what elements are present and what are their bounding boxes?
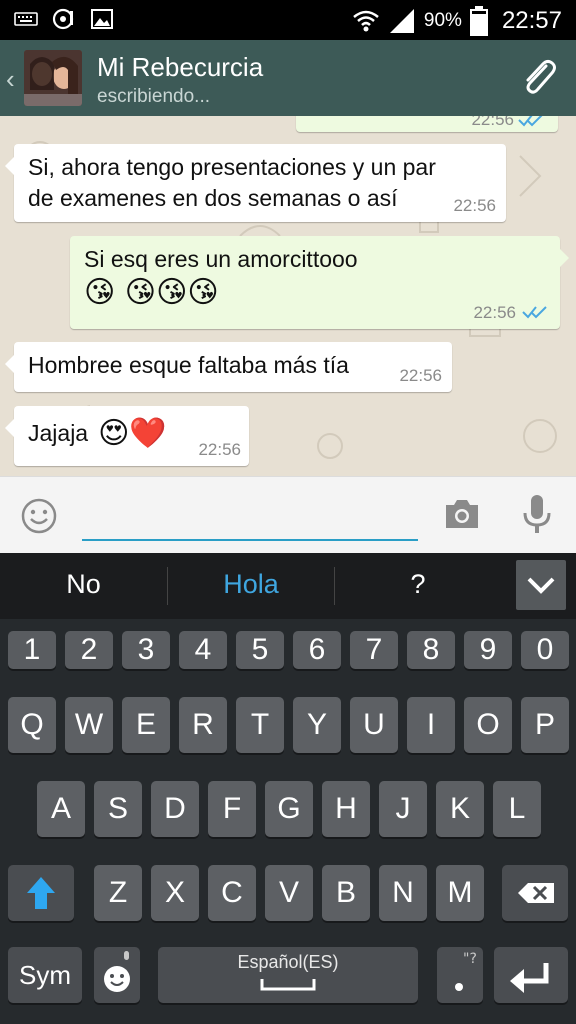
chat-area[interactable]: 22:56 Si, ahora tengo presentaciones y u… [0,116,576,476]
avatar[interactable] [24,50,82,106]
message-input[interactable] [82,497,418,541]
clock: 22:57 [501,7,562,34]
message-bubble-incoming[interactable]: Jajaja 😍❤️ 22:56 [5,406,249,466]
smiley-mic-icon [104,951,130,992]
enter-key[interactable] [494,947,568,1003]
message-text: Si esq eres un amorcittooo 😘 😘😘😘 [84,246,358,310]
key-r[interactable]: R [179,697,227,753]
emoji-heart-eyes: 😍❤️ [98,416,167,451]
key-j[interactable]: J [379,781,427,837]
chevron-down-icon [527,577,555,594]
chat-header: ‹ Mi Rebecurcia escribiendo... [0,40,576,116]
suggestion-strip: No Hola ? [0,553,576,619]
key-o[interactable]: O [464,697,512,753]
backspace-key[interactable] [502,865,568,921]
suggestion-no[interactable]: No [0,569,167,600]
key-s[interactable]: S [94,781,142,837]
key-f[interactable]: F [208,781,256,837]
backspace-icon [518,883,554,903]
key-w[interactable]: W [65,697,113,753]
message-text: Hombree esque faltaba más tía [28,352,349,378]
key-4[interactable]: 4 [179,631,227,669]
suggestion-hola[interactable]: Hola [168,569,334,600]
key-t[interactable]: T [236,697,284,753]
battery-icon [469,6,488,36]
message-bubble-incoming[interactable]: Si, ahora tengo presentaciones y un par … [5,144,506,222]
key-3[interactable]: 3 [122,631,170,669]
key-z[interactable]: Z [94,865,142,921]
camera-icon[interactable] [442,495,482,533]
music-icon [52,8,74,30]
collapse-suggestions-button[interactable] [516,560,566,610]
keyboard: 1 2 3 4 5 6 7 8 9 0 Q W E R T Y U I O P … [0,619,576,1024]
key-9[interactable]: 9 [464,631,512,669]
key-m[interactable]: M [436,865,484,921]
message-time: 22:56 [399,366,442,385]
message-bubble-incoming[interactable]: Hombree esque faltaba más tía 22:56 [5,342,452,392]
space-key[interactable]: Español(ES) [158,947,418,1003]
emoji-voice-key[interactable] [94,947,140,1003]
read-ticks-icon [518,116,543,127]
paperclip-icon[interactable] [516,56,560,100]
read-ticks-icon [522,306,547,319]
status-bar: 90% 22:57 [0,0,576,40]
sym-key[interactable]: Sym [8,947,82,1003]
shift-key[interactable] [8,865,74,921]
space-bar-icon [260,979,316,991]
message-bubble-outgoing-partial[interactable]: 22:56 [296,116,558,132]
key-b[interactable]: B [322,865,370,921]
keyboard-icon [14,12,38,26]
message-time: 22:56 [473,303,516,322]
emoji-kiss: 😘 😘😘😘 [84,275,219,310]
key-p[interactable]: P [521,697,569,753]
key-2[interactable]: 2 [65,631,113,669]
back-chevron-icon[interactable]: ‹ [6,64,15,95]
message-time: 22:56 [471,116,514,129]
emoji-smiley-icon[interactable] [20,497,58,535]
wifi-icon [353,10,379,32]
key-c[interactable]: C [208,865,256,921]
key-l[interactable]: L [493,781,541,837]
shift-arrow-icon [27,877,55,909]
key-n[interactable]: N [379,865,427,921]
contact-status: escribiendo... [97,86,211,107]
key-a[interactable]: A [37,781,85,837]
signal-icon [389,9,414,33]
svg-text:"?: "? [463,951,477,967]
suggestion-question[interactable]: ? [335,569,501,600]
contact-name[interactable]: Mi Rebecurcia [97,52,263,83]
period-icon: "? [455,951,477,991]
avatar-photo [24,50,82,106]
key-i[interactable]: I [407,697,455,753]
key-0[interactable]: 0 [521,631,569,669]
microphone-icon[interactable] [520,493,554,537]
key-y[interactable]: Y [293,697,341,753]
key-k[interactable]: K [436,781,484,837]
key-g[interactable]: G [265,781,313,837]
key-d[interactable]: D [151,781,199,837]
key-e[interactable]: E [122,697,170,753]
key-u[interactable]: U [350,697,398,753]
message-time: 22:56 [198,440,241,459]
message-text: Jajaja 😍❤️ [28,416,167,451]
key-1[interactable]: 1 [8,631,56,669]
message-text: Si, ahora tengo presentaciones y un par … [28,154,436,211]
message-bubble-outgoing[interactable]: Si esq eres un amorcittooo 😘 😘😘😘 22:56 [70,236,569,329]
key-q[interactable]: Q [8,697,56,753]
key-h[interactable]: H [322,781,370,837]
enter-arrow-icon [510,963,549,993]
key-7[interactable]: 7 [350,631,398,669]
key-5[interactable]: 5 [236,631,284,669]
key-8[interactable]: 8 [407,631,455,669]
message-time: 22:56 [453,196,496,215]
battery-percent: 90% [423,10,462,31]
punctuation-key[interactable]: "? [437,947,483,1003]
key-6[interactable]: 6 [293,631,341,669]
key-v[interactable]: V [265,865,313,921]
image-icon [91,9,113,29]
message-input-bar [0,476,576,553]
key-x[interactable]: X [151,865,199,921]
